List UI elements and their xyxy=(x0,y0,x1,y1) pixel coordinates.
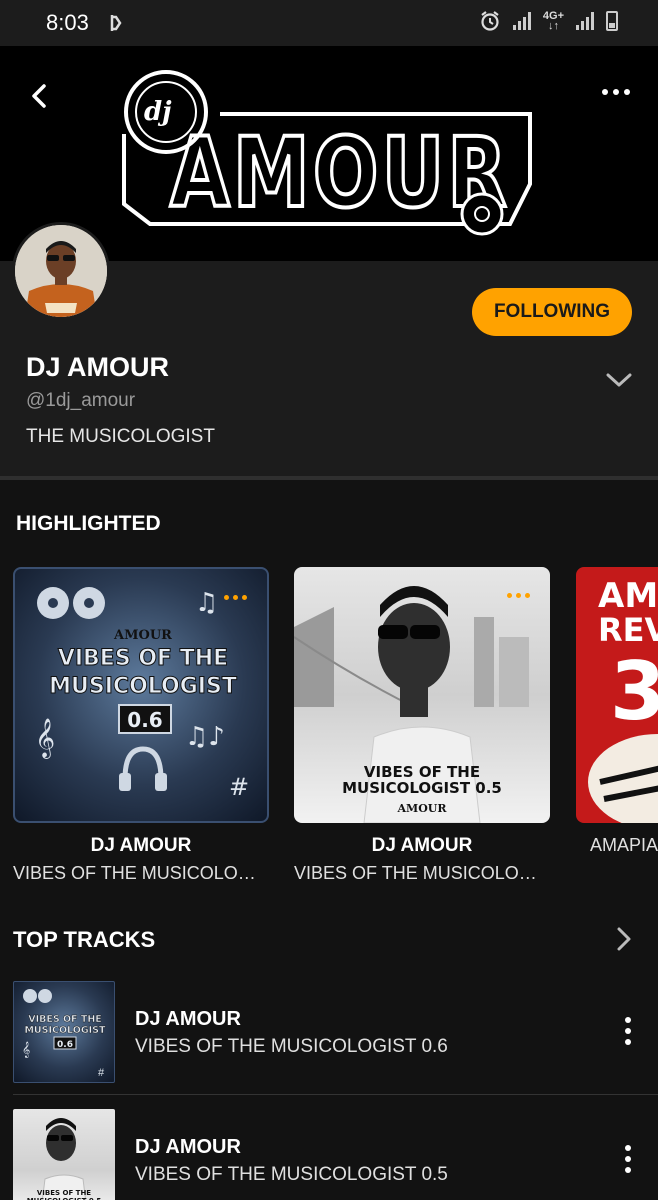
svg-text:𝄞: 𝄞 xyxy=(35,718,55,759)
track-title: VIBES OF THE MUSICOLOGIST 0.5 xyxy=(135,1164,448,1185)
thumb-title-line2: MUSICOLOGIST xyxy=(24,1025,106,1036)
art-brand: AMOUR xyxy=(113,628,172,643)
highlighted-card[interactable]: AMA REV 3 AMAPIAI xyxy=(576,567,658,856)
signal-icon xyxy=(512,12,531,30)
profile-banner: dj AMOUR xyxy=(0,46,658,261)
card-artist: DJ AMOUR xyxy=(371,835,473,856)
track-title: VIBES OF THE MUSICOLOGIST 0.6 xyxy=(135,1036,448,1057)
thumb-number: 0.6 xyxy=(57,1040,73,1050)
card-title: VIBES OF THE MUSICOLOGIST... xyxy=(13,863,269,883)
card-artist: DJ AMOUR xyxy=(90,835,192,856)
top-tracks-title: TOP TRACKS xyxy=(13,927,156,952)
artist-bio: THE MUSICOLOGIST xyxy=(26,426,215,447)
chevron-down-icon xyxy=(606,373,632,387)
status-icons: 4G+ ↓↑ xyxy=(479,10,618,32)
art-brand: AMOUR xyxy=(396,802,447,815)
album-art: AMA REV 3 xyxy=(576,567,658,823)
card-more-icon[interactable] xyxy=(224,595,247,600)
following-button[interactable]: FOLLOWING xyxy=(472,288,632,336)
status-time: 8:03 xyxy=(46,10,89,35)
more-vertical-icon xyxy=(625,1145,631,1151)
notification-icon xyxy=(108,13,124,38)
more-icon xyxy=(602,89,608,95)
track-artist: DJ AMOUR xyxy=(135,1136,241,1158)
artist-avatar[interactable] xyxy=(12,222,110,320)
track-art: VIBES OF THE MUSICOLOGIST 0.5 xyxy=(13,1109,115,1200)
track-divider xyxy=(13,1094,658,1095)
track-art: VIBES OF THE MUSICOLOGIST 0.6 𝄞 # xyxy=(13,981,115,1083)
more-options-button[interactable] xyxy=(596,80,636,104)
dj-amour-logo: dj AMOUR xyxy=(110,64,550,244)
svg-text:#: # xyxy=(98,1067,105,1079)
art-title-line2: MUSICOLOGIST 0.5 xyxy=(342,779,502,797)
card-title: VIBES OF THE MUSICOLOGIST... xyxy=(294,863,550,883)
svg-text:#: # xyxy=(229,773,249,801)
highlighted-title: HIGHLIGHTED xyxy=(16,512,161,535)
album-art: VIBES OF THE MUSICOLOGIST 0.5 AMOUR xyxy=(294,567,550,823)
album-art: AMOUR VIBES OF THE MUSICOLOGIST 0.6 𝄞 ♫♪… xyxy=(13,567,269,823)
alarm-icon xyxy=(481,11,499,31)
network-type: 4G+ ↓↑ xyxy=(542,10,564,32)
card-title: AMAPIAI xyxy=(590,835,658,855)
art-line3: 3 xyxy=(610,645,658,738)
svg-text:𝄞: 𝄞 xyxy=(22,1041,30,1058)
art-line2: REV xyxy=(598,611,658,649)
highlighted-card[interactable]: VIBES OF THE MUSICOLOGIST 0.5 AMOUR DJ A… xyxy=(294,567,550,884)
expand-profile-button[interactable] xyxy=(604,370,634,390)
card-more-icon[interactable] xyxy=(507,593,530,598)
thumb-title-line1: VIBES OF THE xyxy=(37,1189,91,1197)
art-title-line2: MUSICOLOGIST xyxy=(49,674,237,699)
track-row[interactable]: VIBES OF THE MUSICOLOGIST 0.5 DJ AMOUR V… xyxy=(0,1109,658,1200)
svg-text:♫: ♫ xyxy=(195,588,218,618)
art-line1: AMA xyxy=(598,576,658,616)
chevron-left-icon xyxy=(32,84,46,108)
artist-name: DJ AMOUR xyxy=(26,352,170,382)
track-more-button[interactable] xyxy=(616,1145,640,1175)
artist-handle: @1dj_amour xyxy=(26,390,136,411)
logo-text: AMOUR xyxy=(170,117,510,229)
status-bar: 8:03 4G+ ↓↑ xyxy=(0,0,658,46)
art-title-line1: VIBES OF THE xyxy=(58,646,228,671)
battery-icon xyxy=(606,11,618,31)
top-tracks-see-all[interactable] xyxy=(612,926,636,952)
signal-icon-2 xyxy=(576,12,594,30)
thumb-title-line1: VIBES OF THE xyxy=(28,1014,102,1025)
logo-prefix: dj xyxy=(144,97,172,127)
more-vertical-icon xyxy=(625,1017,631,1023)
highlighted-card[interactable]: AMOUR VIBES OF THE MUSICOLOGIST 0.6 𝄞 ♫♪… xyxy=(13,567,269,884)
track-artist: DJ AMOUR xyxy=(135,1008,241,1030)
track-row[interactable]: VIBES OF THE MUSICOLOGIST 0.6 𝄞 # DJ AMO… xyxy=(0,981,658,1097)
chevron-right-icon xyxy=(617,927,631,951)
art-number: 0.6 xyxy=(127,708,162,732)
back-button[interactable] xyxy=(22,76,62,116)
track-more-button[interactable] xyxy=(616,1017,640,1047)
svg-text:♫♪: ♫♪ xyxy=(185,722,225,752)
